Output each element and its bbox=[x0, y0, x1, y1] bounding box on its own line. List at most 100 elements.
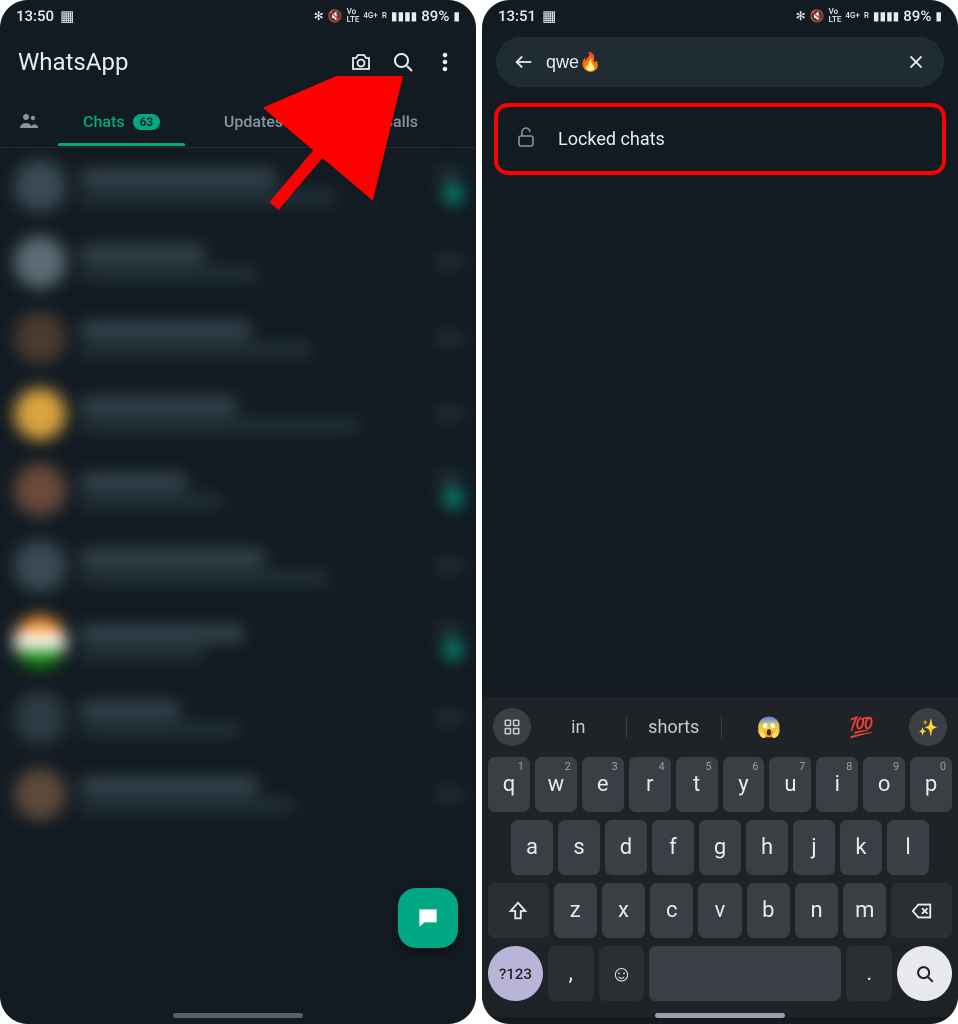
key-c[interactable]: c bbox=[650, 883, 693, 938]
avatar bbox=[14, 768, 66, 820]
status-time: 13:50 bbox=[16, 7, 54, 25]
key-row-3: zxcvbnm bbox=[487, 883, 953, 938]
shift-key[interactable] bbox=[488, 883, 549, 938]
chat-row[interactable] bbox=[0, 224, 476, 300]
more-options-button[interactable] bbox=[424, 41, 466, 83]
emoji-key[interactable]: ☺ bbox=[599, 946, 645, 1001]
key-k[interactable]: k bbox=[840, 820, 882, 875]
battery-icon: ▮ bbox=[935, 9, 942, 23]
key-u[interactable]: u7 bbox=[769, 757, 811, 812]
search-button[interactable] bbox=[382, 41, 424, 83]
volte-icon: VoLTE bbox=[347, 8, 360, 24]
tab-calls-label: Calls bbox=[383, 112, 418, 131]
avatar bbox=[14, 616, 66, 668]
status-bar: 13:51 ▦ ✻ 🔇 VoLTE 4G+ R ▮▮▮▮ 89% ▮ bbox=[482, 0, 958, 27]
suggestion-1[interactable]: in bbox=[533, 717, 624, 738]
key-j[interactable]: j bbox=[793, 820, 835, 875]
volte-icon: VoLTE bbox=[829, 8, 842, 24]
chat-row[interactable] bbox=[0, 452, 476, 528]
backspace-key[interactable] bbox=[891, 883, 952, 938]
avatar bbox=[14, 160, 66, 212]
key-a[interactable]: a bbox=[511, 820, 553, 875]
battery-percent: 89% bbox=[421, 7, 449, 25]
key-y[interactable]: y6 bbox=[723, 757, 765, 812]
network-icon: 4G+ bbox=[845, 12, 859, 20]
key-v[interactable]: v bbox=[698, 883, 741, 938]
key-q[interactable]: q1 bbox=[488, 757, 530, 812]
key-t[interactable]: t5 bbox=[676, 757, 718, 812]
avatar bbox=[14, 692, 66, 744]
key-w[interactable]: w2 bbox=[535, 757, 577, 812]
battery-icon: ▮ bbox=[453, 9, 460, 23]
roaming-icon: R bbox=[864, 12, 869, 20]
space-key[interactable] bbox=[649, 946, 841, 1001]
new-chat-fab[interactable] bbox=[398, 888, 458, 948]
chat-row[interactable] bbox=[0, 376, 476, 452]
mute-icon: 🔇 bbox=[328, 9, 343, 23]
key-e[interactable]: e3 bbox=[582, 757, 624, 812]
battery-percent: 89% bbox=[903, 7, 931, 25]
period-key[interactable]: . bbox=[846, 946, 892, 1001]
clear-search-button[interactable] bbox=[898, 44, 934, 80]
tab-updates-label: Updates bbox=[224, 112, 283, 131]
bluetooth-icon: ✻ bbox=[314, 9, 324, 23]
chat-row[interactable] bbox=[0, 148, 476, 224]
key-f[interactable]: f bbox=[652, 820, 694, 875]
camera-button[interactable] bbox=[340, 41, 382, 83]
key-h[interactable]: h bbox=[746, 820, 788, 875]
key-b[interactable]: b bbox=[747, 883, 790, 938]
lock-open-icon bbox=[514, 125, 538, 153]
chat-row[interactable] bbox=[0, 604, 476, 680]
updates-dot bbox=[291, 118, 298, 125]
tab-communities[interactable] bbox=[6, 97, 52, 147]
status-app-icon: ▦ bbox=[542, 7, 556, 25]
key-r[interactable]: r4 bbox=[629, 757, 671, 812]
key-z[interactable]: z bbox=[554, 883, 597, 938]
key-l[interactable]: l bbox=[887, 820, 929, 875]
key-o[interactable]: o9 bbox=[863, 757, 905, 812]
keyboard-apps-button[interactable] bbox=[493, 708, 531, 746]
key-x[interactable]: x bbox=[602, 883, 645, 938]
keyboard: in shorts 😱 💯 ✨ q1w2e3r4t5y6u7i8o9p0 asd… bbox=[482, 697, 958, 1017]
avatar bbox=[14, 540, 66, 592]
symbols-key[interactable]: ?123 bbox=[488, 946, 543, 1001]
key-s[interactable]: s bbox=[558, 820, 600, 875]
avatar bbox=[14, 464, 66, 516]
search-bar bbox=[496, 37, 944, 87]
locked-chats-result[interactable]: Locked chats bbox=[494, 103, 946, 175]
phone-right: 13:51 ▦ ✻ 🔇 VoLTE 4G+ R ▮▮▮▮ 89% ▮ bbox=[482, 0, 958, 1024]
whatsapp-header: WhatsApp bbox=[0, 27, 476, 97]
avatar bbox=[14, 236, 66, 288]
key-row-1: q1w2e3r4t5y6u7i8o9p0 bbox=[487, 757, 953, 812]
back-button[interactable] bbox=[506, 44, 542, 80]
key-m[interactable]: m bbox=[843, 883, 886, 938]
avatar bbox=[14, 388, 66, 440]
key-g[interactable]: g bbox=[699, 820, 741, 875]
tab-chats-label: Chats bbox=[83, 112, 125, 131]
keyboard-magic-button[interactable]: ✨ bbox=[909, 708, 947, 746]
chat-row[interactable] bbox=[0, 300, 476, 376]
suggestion-bar: in shorts 😱 💯 ✨ bbox=[487, 705, 953, 749]
phone-left: 13:50 ▦ ✻ 🔇 VoLTE 4G+ R ▮▮▮▮ 89% ▮ Whats… bbox=[0, 0, 476, 1024]
suggestion-emoji-2[interactable]: 💯 bbox=[817, 715, 908, 739]
suggestion-emoji-1[interactable]: 😱 bbox=[724, 715, 815, 739]
key-i[interactable]: i8 bbox=[816, 757, 858, 812]
status-time: 13:51 bbox=[498, 7, 536, 25]
nav-pill[interactable] bbox=[173, 1013, 303, 1018]
tab-updates[interactable]: Updates bbox=[191, 100, 330, 145]
status-bar: 13:50 ▦ ✻ 🔇 VoLTE 4G+ R ▮▮▮▮ 89% ▮ bbox=[0, 0, 476, 27]
tab-chats[interactable]: Chats 63 bbox=[52, 100, 191, 145]
suggestion-2[interactable]: shorts bbox=[629, 717, 720, 738]
tab-calls[interactable]: Calls bbox=[331, 100, 470, 145]
chat-row[interactable] bbox=[0, 528, 476, 604]
chat-list[interactable] bbox=[0, 148, 476, 978]
nav-pill[interactable] bbox=[655, 1013, 785, 1018]
key-p[interactable]: p0 bbox=[910, 757, 952, 812]
key-n[interactable]: n bbox=[795, 883, 838, 938]
key-d[interactable]: d bbox=[605, 820, 647, 875]
chat-row[interactable] bbox=[0, 680, 476, 756]
search-action-key[interactable] bbox=[897, 946, 952, 1001]
search-input[interactable] bbox=[542, 52, 898, 73]
chat-row[interactable] bbox=[0, 756, 476, 832]
comma-key[interactable]: , bbox=[548, 946, 594, 1001]
